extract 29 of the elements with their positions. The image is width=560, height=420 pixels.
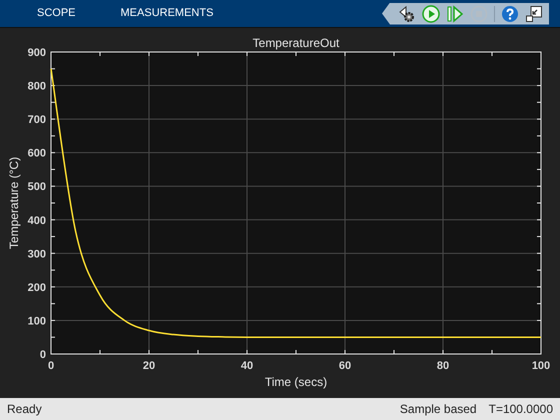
y-tick-label: 700 [28,114,46,126]
y-tick-label: 200 [28,282,46,294]
x-tick-label: 80 [436,360,450,372]
simulation-time: T=100.0000 [488,401,553,418]
y-tick-label: 400 [28,214,46,227]
y-tick-label: 900 [28,47,46,59]
y-axis-label: Temperature (°C) [7,156,21,250]
chart-title: TemperatureOut [252,36,340,50]
simulation-mode: Sample based [400,401,477,418]
y-tick-label: 800 [28,80,46,93]
help-icon[interactable] [501,4,519,22]
y-tick-label: 500 [28,181,46,194]
run-icon[interactable] [422,4,440,22]
x-tick-label: 100 [532,360,550,372]
step-forward-icon[interactable] [446,4,464,22]
x-tick-label: 40 [240,360,254,372]
x-tick-label: 0 [48,360,54,372]
x-axis-label: Time (secs) [264,375,328,389]
undock-icon[interactable] [525,4,543,22]
settings-icon[interactable] [398,4,416,22]
status-text: Ready [7,401,42,418]
y-tick-label: 300 [28,248,46,260]
toolstrip-tab[interactable]: SCOPE [37,5,76,22]
toolstrip-tab[interactable]: MEASUREMENTS [120,5,214,22]
y-tick-label: 0 [40,349,46,361]
x-tick-label: 60 [338,360,352,372]
y-tick-label: 600 [28,148,46,160]
x-tick-label: 20 [142,360,156,372]
y-tick-label: 100 [28,315,46,328]
